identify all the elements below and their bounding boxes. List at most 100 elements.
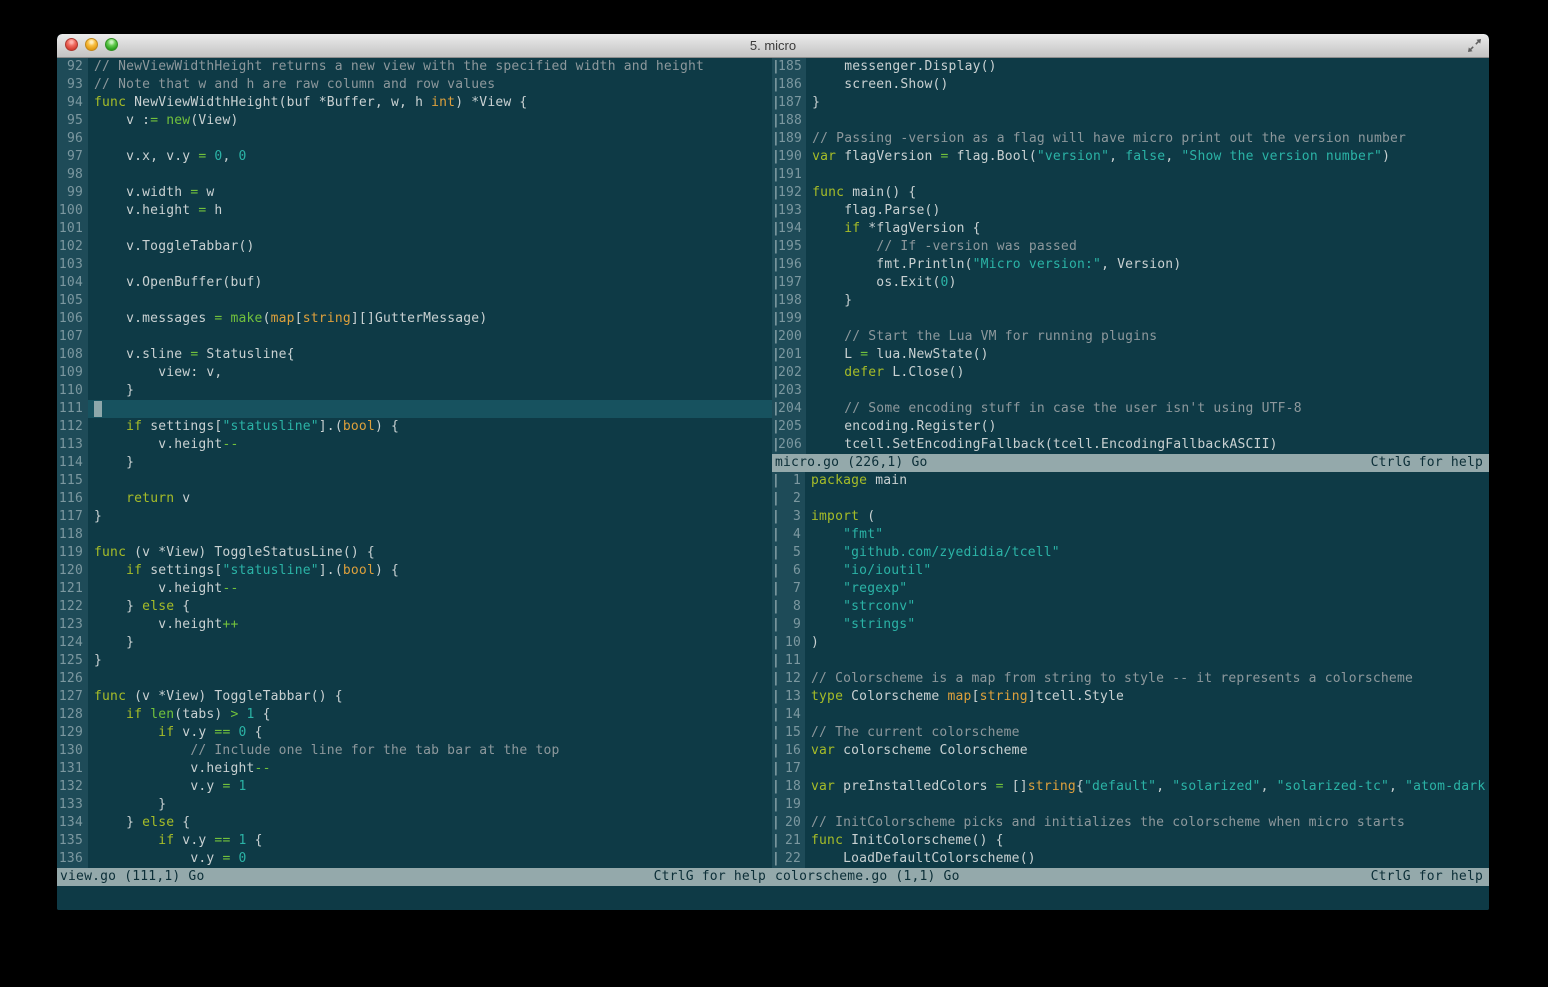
code-line[interactable]: | 199 xyxy=(772,310,1489,328)
code-line[interactable]: | 200 // Start the Lua VM for running plu… xyxy=(772,328,1489,346)
code-line[interactable]: 122 } else { xyxy=(57,598,772,616)
code-line[interactable]: 95 v := new(View) xyxy=(57,112,772,130)
line-number: 13 xyxy=(778,688,805,706)
code-line[interactable]: | 191 xyxy=(772,166,1489,184)
code-line[interactable]: | 204 // Some encoding stuff in case the … xyxy=(772,400,1489,418)
code-line[interactable]: 94 func NewViewWidthHeight(buf *Buffer, w… xyxy=(57,94,772,112)
code-line[interactable]: | 10) xyxy=(772,634,1489,652)
code-line[interactable]: 93 // Note that w and h are raw column an… xyxy=(57,76,772,94)
code-line[interactable]: 125} xyxy=(57,652,772,670)
code-line[interactable]: | 8 "strconv" xyxy=(772,598,1489,616)
code-line[interactable]: 105 xyxy=(57,292,772,310)
code-line[interactable]: | 17 xyxy=(772,760,1489,778)
code-line[interactable]: | 206 tcell.SetEncodingFallback(tcell.Enc… xyxy=(772,436,1489,454)
code-line[interactable]: | 15// The current colorscheme xyxy=(772,724,1489,742)
window-titlebar[interactable]: 5. micro xyxy=(57,34,1489,58)
code-line[interactable]: | 9 "strings" xyxy=(772,616,1489,634)
code-line[interactable]: | 4 "fmt" xyxy=(772,526,1489,544)
code-line[interactable]: 118 xyxy=(57,526,772,544)
code-line[interactable]: 98 xyxy=(57,166,772,184)
code-line[interactable]: 136 v.y = 0 xyxy=(57,850,772,868)
code-line[interactable]: | 12// Colorscheme is a map from string t… xyxy=(772,670,1489,688)
code-line[interactable]: 133 } xyxy=(57,796,772,814)
code-line[interactable]: 101 xyxy=(57,220,772,238)
code-line[interactable]: | 194 if *flagVersion { xyxy=(772,220,1489,238)
code-line[interactable]: 108 v.sline = Statusline{ xyxy=(57,346,772,364)
code-text: v.sline = Statusline{ xyxy=(94,347,295,362)
code-line[interactable]: 121 v.height-- xyxy=(57,580,772,598)
code-line[interactable]: 111 xyxy=(57,400,772,418)
code-line[interactable]: | 1 package main xyxy=(772,472,1489,490)
code-line[interactable]: 117} xyxy=(57,508,772,526)
code-line[interactable]: | 190 var flagVersion = flag.Bool("version… xyxy=(772,148,1489,166)
code-line[interactable]: | 16 var colorscheme Colorscheme xyxy=(772,742,1489,760)
code-line[interactable]: 99 v.width = w xyxy=(57,184,772,202)
code-line[interactable]: 132 v.y = 1 xyxy=(57,778,772,796)
code-line[interactable]: 103 xyxy=(57,256,772,274)
code-line[interactable]: 124 } xyxy=(57,634,772,652)
code-line[interactable]: | 20// InitColorscheme picks and initiali… xyxy=(772,814,1489,832)
code-line[interactable]: | 13 type Colorscheme map[string]tcell.Sty… xyxy=(772,688,1489,706)
code-line[interactable]: 97 v.x, v.y = 0, 0 xyxy=(57,148,772,166)
code-line[interactable]: 107 xyxy=(57,328,772,346)
code-line[interactable]: | 185 messenger.Display() xyxy=(772,58,1489,76)
code-line[interactable]: 123 v.height++ xyxy=(57,616,772,634)
code-line[interactable]: 126 xyxy=(57,670,772,688)
code-line[interactable]: 109 view: v, xyxy=(57,364,772,382)
code-line[interactable]: | 192 func main() { xyxy=(772,184,1489,202)
code-line[interactable]: | 5 "github.com/zyedidia/tcell" xyxy=(772,544,1489,562)
code-line[interactable]: 92 // NewViewWidthHeight returns a new vi… xyxy=(57,58,772,76)
code-line[interactable]: 106 v.messages = make(map[string][]Gutte… xyxy=(57,310,772,328)
code-line[interactable]: | 196 fmt.Println("Micro version:", Versi… xyxy=(772,256,1489,274)
code-text: func InitColorscheme() { xyxy=(811,833,1004,848)
code-line[interactable]: 128 if len(tabs) > 1 { xyxy=(57,706,772,724)
pane-micro-go[interactable]: | 185 messenger.Display() | 186 screen.Show… xyxy=(772,58,1489,454)
code-line[interactable]: | 203 xyxy=(772,382,1489,400)
code-line[interactable]: | 18 var preInstalledColors = []string{"de… xyxy=(772,778,1489,796)
code-line[interactable]: 131 v.height-- xyxy=(57,760,772,778)
code-line[interactable]: | 11 xyxy=(772,652,1489,670)
code-line[interactable]: 96 xyxy=(57,130,772,148)
code-line[interactable]: 110 } xyxy=(57,382,772,400)
code-line[interactable]: | 201 L = lua.NewState() xyxy=(772,346,1489,364)
code-line[interactable]: | 2 xyxy=(772,490,1489,508)
code-line[interactable]: 127 func (v *View) ToggleTabbar() { xyxy=(57,688,772,706)
code-line[interactable]: | 205 encoding.Register() xyxy=(772,418,1489,436)
code-line[interactable]: | 187} xyxy=(772,94,1489,112)
code-line[interactable]: 129 if v.y == 0 { xyxy=(57,724,772,742)
code-line[interactable]: | 21 func InitColorscheme() { xyxy=(772,832,1489,850)
code-line[interactable]: | 198 } xyxy=(772,292,1489,310)
code-line[interactable]: | 22 LoadDefaultColorscheme() xyxy=(772,850,1489,868)
code-line[interactable]: 102 v.ToggleTabbar() xyxy=(57,238,772,256)
code-line[interactable]: | 6 "io/ioutil" xyxy=(772,562,1489,580)
command-line[interactable] xyxy=(57,886,1489,910)
code-line[interactable]: 112 if settings["statusline"].(bool) { xyxy=(57,418,772,436)
code-line[interactable]: | 202 defer L.Close() xyxy=(772,364,1489,382)
code-text: v.OpenBuffer(buf) xyxy=(94,275,263,290)
code-line[interactable]: 104 v.OpenBuffer(buf) xyxy=(57,274,772,292)
code-line[interactable]: 134 } else { xyxy=(57,814,772,832)
code-line[interactable]: | 19 xyxy=(772,796,1489,814)
code-line[interactable]: 130 // Include one line for the tab bar … xyxy=(57,742,772,760)
code-line[interactable]: 100 v.height = h xyxy=(57,202,772,220)
pane-colorscheme-go[interactable]: | 1 package main | 2 | 3 import (| 4 "fmt" | 5 "gi… xyxy=(772,472,1489,868)
code-line[interactable]: 120 if settings["statusline"].(bool) { xyxy=(57,562,772,580)
code-line[interactable]: | 14 xyxy=(772,706,1489,724)
code-line[interactable]: 119 func (v *View) ToggleStatusLine() { xyxy=(57,544,772,562)
code-line[interactable]: | 189// Passing -version as a flag will h… xyxy=(772,130,1489,148)
code-line[interactable]: 116 return v xyxy=(57,490,772,508)
code-line[interactable]: | 193 flag.Parse() xyxy=(772,202,1489,220)
code-line[interactable]: | 195 // If -version was passed xyxy=(772,238,1489,256)
code-line[interactable]: 115 xyxy=(57,472,772,490)
code-line[interactable]: | 3 import ( xyxy=(772,508,1489,526)
code-line[interactable]: 114 } xyxy=(57,454,772,472)
code-line[interactable]: | 197 os.Exit(0) xyxy=(772,274,1489,292)
pane-view-go[interactable]: 92 // NewViewWidthHeight returns a new vi… xyxy=(57,58,772,868)
code-line[interactable]: | 188 xyxy=(772,112,1489,130)
fullscreen-icon[interactable] xyxy=(1467,38,1482,53)
code-line[interactable]: 113 v.height-- xyxy=(57,436,772,454)
code-line[interactable]: | 186 screen.Show() xyxy=(772,76,1489,94)
code-line[interactable]: 135 if v.y == 1 { xyxy=(57,832,772,850)
code-line[interactable]: | 7 "regexp" xyxy=(772,580,1489,598)
